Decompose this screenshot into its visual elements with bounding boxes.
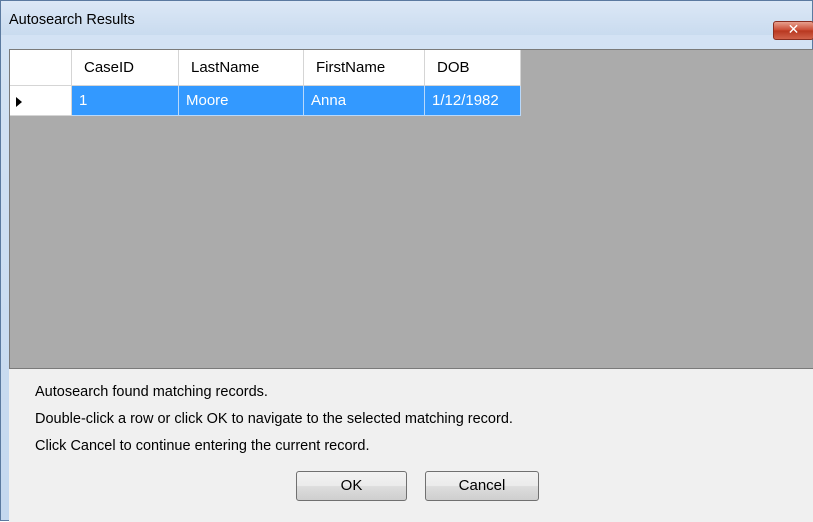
- message-line-found: Autosearch found matching records.: [35, 384, 268, 400]
- column-header-lastname[interactable]: LastName: [179, 50, 304, 86]
- window-title: Autosearch Results: [9, 12, 135, 28]
- column-header-caseid[interactable]: CaseID: [72, 50, 179, 86]
- dialog-body: CaseID LastName FirstName DOB 1 Moore An…: [9, 49, 813, 522]
- grid-header-row: CaseID LastName FirstName DOB: [10, 50, 521, 86]
- close-icon: ✕: [787, 22, 800, 38]
- ok-button[interactable]: OK: [296, 471, 407, 501]
- grid-corner-cell: [10, 50, 72, 86]
- close-button[interactable]: ✕: [773, 21, 813, 40]
- results-grid[interactable]: CaseID LastName FirstName DOB 1 Moore An…: [9, 49, 813, 369]
- row-header[interactable]: [10, 86, 72, 116]
- message-line-navigate: Double-click a row or click OK to naviga…: [35, 411, 513, 427]
- column-header-firstname[interactable]: FirstName: [304, 50, 425, 86]
- current-row-arrow-icon: [16, 97, 22, 107]
- message-line-cancel: Click Cancel to continue entering the cu…: [35, 438, 370, 454]
- cancel-button[interactable]: Cancel: [425, 471, 539, 501]
- cell-dob[interactable]: 1/12/1982: [425, 86, 521, 116]
- cell-caseid[interactable]: 1: [72, 86, 179, 116]
- cell-lastname[interactable]: Moore: [179, 86, 304, 116]
- title-bar: Autosearch Results: [1, 1, 812, 35]
- cell-firstname[interactable]: Anna: [304, 86, 425, 116]
- column-header-dob[interactable]: DOB: [425, 50, 521, 86]
- table-row[interactable]: 1 Moore Anna 1/12/1982: [10, 86, 521, 116]
- autosearch-results-dialog: Autosearch Results ✕ CaseID LastName Fir…: [0, 0, 813, 522]
